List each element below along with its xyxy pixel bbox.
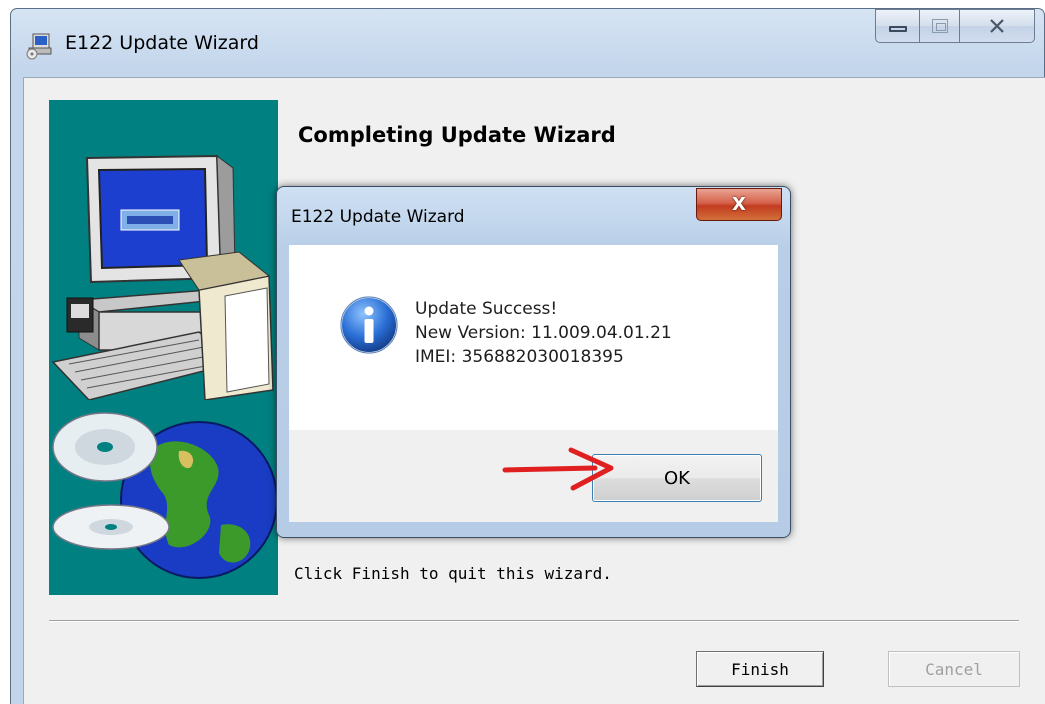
minimize-button[interactable] [875,9,919,43]
message-dialog: E122 Update Wizard X Update Success! New… [276,186,791,538]
dialog-body: Update Success! New Version: 11.009.04.0… [289,245,778,430]
dialog-close-button[interactable]: X [696,188,782,221]
window-title: E122 Update Wizard [65,32,259,54]
globe-cd-illustration [52,412,278,579]
finish-button[interactable]: Finish [696,651,824,687]
cancel-button[interactable]: Cancel [888,651,1020,687]
message-line-2: New Version: 11.009.04.01.21 [415,323,672,343]
maximize-button[interactable] [919,9,959,43]
computer-illustration [51,154,274,400]
dialog-title: E122 Update Wizard [291,207,465,227]
title-bar[interactable]: E122 Update Wizard [11,9,1044,79]
wizard-separator [49,620,1019,622]
info-icon [340,296,398,354]
wizard-instruction: Click Finish to quit this wizard. [294,564,612,583]
message-line-1: Update Success! [415,299,558,319]
close-icon: X [732,194,746,215]
window-close-button[interactable] [959,9,1035,43]
dialog-footer: OK [289,430,778,522]
wizard-heading: Completing Update Wizard [298,123,616,147]
message-line-3: IMEI: 356882030018395 [415,347,624,367]
maximize-icon [931,19,948,33]
red-arrow-annotation [502,447,614,491]
close-icon [990,19,1004,33]
setup-icon [26,33,52,60]
minimize-icon [888,26,907,32]
wizard-side-image [49,100,278,595]
caption-buttons [875,9,1035,43]
